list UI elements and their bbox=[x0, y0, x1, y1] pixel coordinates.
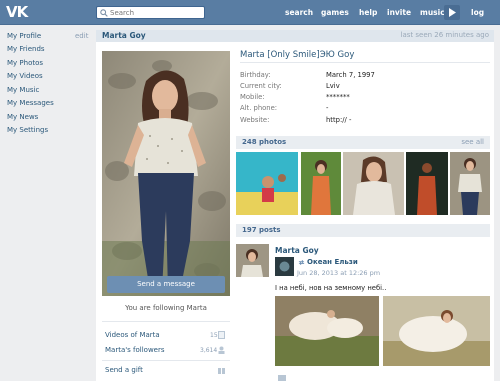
info-label: Website: bbox=[240, 116, 270, 124]
videos-count: 15 bbox=[210, 332, 218, 339]
website-value[interactable]: http:// - bbox=[326, 116, 351, 124]
alt-phone-value: - bbox=[326, 104, 329, 112]
photos-count[interactable]: 248 photos bbox=[242, 138, 286, 146]
photo-thumbnail[interactable] bbox=[301, 152, 341, 215]
play-icon bbox=[449, 8, 456, 17]
menu-my-videos[interactable]: My Videos bbox=[7, 72, 43, 80]
menu-my-friends[interactable]: My Friends bbox=[7, 45, 45, 53]
profile-photo[interactable] bbox=[102, 51, 230, 296]
photo-thumbnail[interactable] bbox=[450, 152, 490, 215]
posts-count[interactable]: 197 posts bbox=[242, 226, 281, 234]
profile-panel: Marta Goy last seen 26 minutes ago Send … bbox=[96, 30, 494, 381]
info-label: Mobile: bbox=[240, 93, 265, 101]
post-text: І на небі, нов на земному небі.. bbox=[275, 284, 387, 292]
see-all-link[interactable]: see all bbox=[461, 138, 484, 146]
post-image[interactable] bbox=[275, 296, 379, 366]
nav-games[interactable]: games bbox=[321, 0, 349, 25]
post-image[interactable] bbox=[383, 296, 490, 366]
mobile-value: ******* bbox=[326, 93, 350, 101]
info-label: Alt. phone: bbox=[240, 104, 278, 112]
nav-music[interactable]: music bbox=[420, 0, 445, 25]
menu-my-settings[interactable]: My Settings bbox=[7, 126, 48, 134]
send-message-button[interactable]: Send a message bbox=[107, 276, 225, 293]
following-status: You are following Marta bbox=[125, 304, 207, 312]
search-input[interactable] bbox=[110, 7, 202, 18]
info-label: Current city: bbox=[240, 82, 282, 90]
divider bbox=[102, 360, 230, 361]
menu-my-profile[interactable]: My Profile bbox=[7, 32, 41, 40]
photo-thumbnail[interactable] bbox=[406, 152, 448, 215]
search-box[interactable] bbox=[96, 6, 205, 19]
repost-icon bbox=[298, 260, 305, 265]
search-icon bbox=[100, 9, 108, 17]
menu-my-news[interactable]: My News bbox=[7, 113, 38, 121]
menu-my-music[interactable]: My Music bbox=[7, 86, 39, 94]
photos-section-header: 248 photos see all bbox=[236, 136, 490, 149]
photo-thumbnail[interactable] bbox=[343, 152, 404, 215]
profile-header-name[interactable]: Marta Goy bbox=[102, 31, 146, 40]
repost-source-avatar[interactable] bbox=[275, 257, 294, 276]
post-footer-icon bbox=[278, 375, 286, 381]
menu-my-photos[interactable]: My Photos bbox=[7, 59, 43, 67]
followers-count: 3,614 bbox=[200, 347, 218, 354]
profile-full-name: Marta [Only Smile]ЭЮ Goy bbox=[240, 50, 355, 60]
last-seen-text: last seen 26 minutes ago bbox=[400, 31, 489, 39]
videos-link[interactable]: Videos of Marta bbox=[105, 331, 160, 339]
posts-section-header: 197 posts bbox=[236, 224, 490, 237]
repost-source-name[interactable]: Океан Ельзи bbox=[307, 258, 358, 266]
nav-logout[interactable]: log out bbox=[471, 0, 500, 42]
profile-header-bar: Marta Goy last seen 26 minutes ago bbox=[96, 30, 494, 42]
gift-icon bbox=[218, 368, 225, 374]
nav-search[interactable]: search bbox=[285, 0, 313, 25]
vk-logo[interactable]: VK bbox=[6, 4, 32, 21]
menu-my-messages[interactable]: My Messages bbox=[7, 99, 54, 107]
post-author-avatar[interactable] bbox=[236, 244, 269, 277]
followers-icon bbox=[218, 346, 225, 354]
divider bbox=[240, 62, 490, 63]
photo-thumbnail[interactable] bbox=[236, 152, 298, 215]
divider bbox=[102, 321, 230, 322]
menu-edit-link[interactable]: edit bbox=[75, 32, 88, 40]
info-label: Birthday: bbox=[240, 71, 271, 79]
top-bar: VK search games help invite music log ou… bbox=[0, 0, 500, 42]
video-icon bbox=[218, 331, 225, 339]
nav-help[interactable]: help bbox=[359, 0, 377, 25]
birthday-value[interactable]: March 7, 1997 bbox=[326, 71, 375, 79]
city-value[interactable]: Lviv bbox=[326, 82, 340, 90]
post-author-name[interactable]: Marta Goy bbox=[275, 246, 319, 255]
send-gift-link[interactable]: Send a gift bbox=[105, 366, 143, 374]
play-button[interactable] bbox=[444, 5, 460, 20]
nav-invite[interactable]: invite bbox=[387, 0, 411, 25]
repost-date[interactable]: Jun 28, 2013 at 12:26 pm bbox=[297, 269, 380, 277]
followers-link[interactable]: Marta's followers bbox=[105, 346, 165, 354]
